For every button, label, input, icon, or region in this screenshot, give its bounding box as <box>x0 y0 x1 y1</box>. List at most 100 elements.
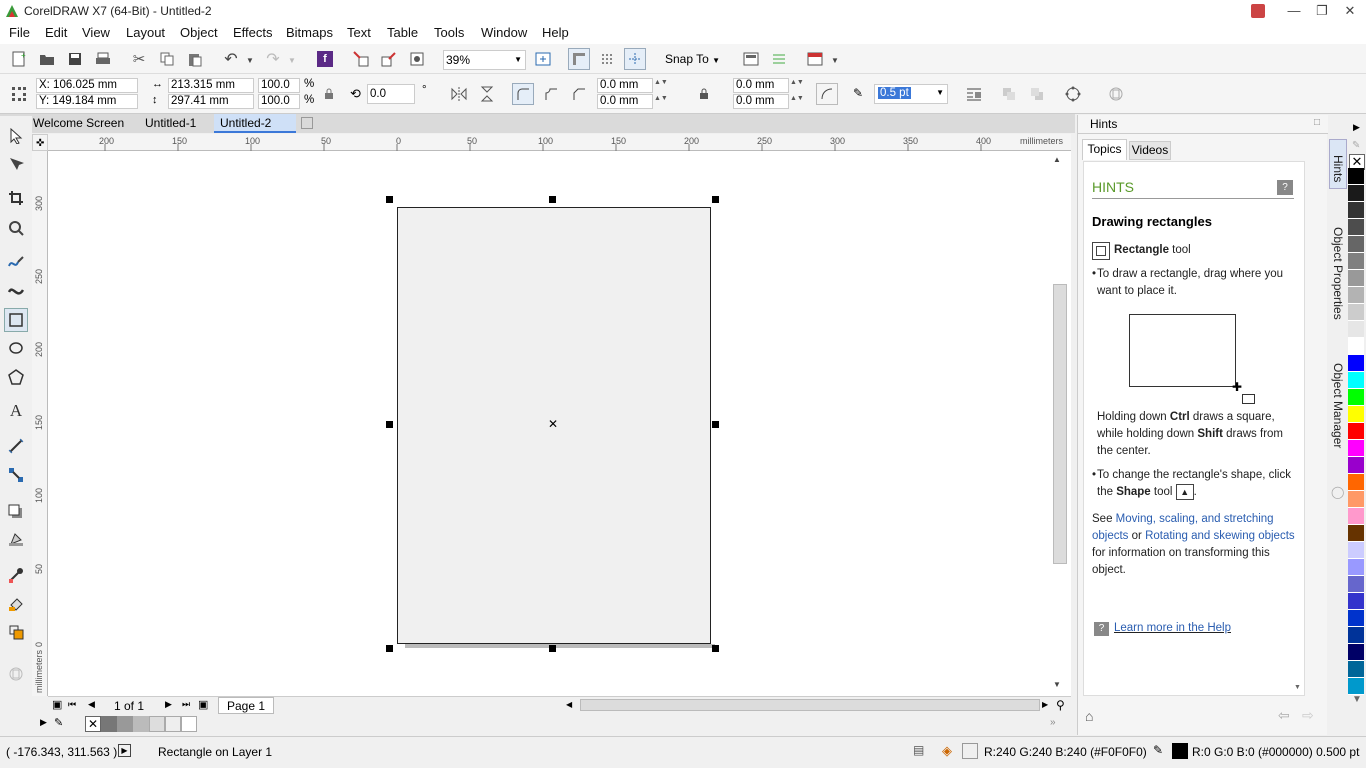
fill-color-swatch[interactable] <box>962 743 978 759</box>
text-tool-icon[interactable]: A <box>4 399 28 423</box>
drop-shadow-icon[interactable] <box>4 500 28 524</box>
corner-spin-icon[interactable]: ▲▼ <box>790 95 804 102</box>
palette-eyedropper-icon[interactable]: ✎ <box>1352 140 1360 151</box>
menu-text[interactable]: Text <box>347 25 371 40</box>
tab-videos[interactable]: Videos <box>1129 141 1171 160</box>
palette-scroll-icon[interactable]: » <box>1050 717 1056 728</box>
selection-handle[interactable] <box>386 421 393 428</box>
menu-object[interactable]: Object <box>180 25 218 40</box>
palette-arrow-icon[interactable]: ▶ <box>40 717 47 728</box>
round-corner-icon[interactable] <box>512 83 534 105</box>
rotation-angle-field[interactable]: 0.0 <box>367 84 415 104</box>
palette-swatch[interactable] <box>1348 508 1364 525</box>
search-content-icon[interactable]: f <box>314 48 336 70</box>
selection-handle[interactable] <box>386 645 393 652</box>
palette-swatch[interactable] <box>1348 219 1364 236</box>
corner-radius-top-left[interactable]: 0.0 mm <box>597 78 653 93</box>
doc-swatch[interactable] <box>101 716 117 732</box>
parallel-dimension-icon[interactable] <box>4 434 28 458</box>
width-field[interactable]: 213.315 mm <box>168 78 254 93</box>
snap-to-dropdown[interactable]: Snap To ▼ <box>665 52 720 66</box>
shape-tool-icon[interactable] <box>4 152 28 176</box>
palette-swatch[interactable] <box>1348 525 1364 542</box>
minimize-button[interactable]: — <box>1280 0 1308 22</box>
ruler-origin[interactable]: ✜ <box>32 134 48 151</box>
y-position-field[interactable]: Y: 149.184 mm <box>36 94 138 109</box>
corner-radius-top-right[interactable]: 0.0 mm <box>733 78 789 93</box>
menu-file[interactable]: File <box>9 25 30 40</box>
corner-radius-bottom-right[interactable]: 0.0 mm <box>733 94 789 109</box>
learn-more-link[interactable]: Learn more in the Help <box>1114 620 1231 637</box>
side-tab-object-manager[interactable]: Object Manager <box>1331 363 1345 448</box>
doc-swatch[interactable] <box>149 716 165 732</box>
lock-corners-icon[interactable] <box>693 83 715 105</box>
first-page-icon[interactable]: ⏮ <box>68 699 76 710</box>
tab-untitled-1[interactable]: Untitled-1 <box>139 114 203 133</box>
print-icon[interactable] <box>92 48 114 70</box>
save-icon[interactable] <box>64 48 86 70</box>
customize-toolbox-icon[interactable] <box>4 662 28 686</box>
copy-icon[interactable] <box>156 48 178 70</box>
menu-view[interactable]: View <box>82 25 110 40</box>
scroll-up-icon[interactable]: ▲ <box>1053 155 1061 164</box>
palette-swatch[interactable] <box>1348 440 1364 457</box>
convert-to-curves-icon[interactable] <box>1062 83 1084 105</box>
artistic-media-icon[interactable] <box>4 278 28 302</box>
palette-swatch[interactable] <box>1348 542 1364 559</box>
doc-swatch[interactable] <box>133 716 149 732</box>
show-grid-icon[interactable] <box>596 48 618 70</box>
welcome-screen-icon[interactable] <box>804 48 826 70</box>
palette-swatch[interactable] <box>1348 661 1364 678</box>
redo-icon[interactable]: ↷ <box>262 48 284 70</box>
color-profile-icon[interactable]: ▤ <box>913 743 924 757</box>
full-screen-preview-icon[interactable] <box>532 48 554 70</box>
text-wrap-icon[interactable] <box>963 83 985 105</box>
menu-table[interactable]: Table <box>387 25 418 40</box>
property-bar-more-icon[interactable] <box>1105 83 1127 105</box>
palette-swatch[interactable] <box>1348 491 1364 508</box>
doc-swatch[interactable] <box>117 716 133 732</box>
corner-radius-bottom-left[interactable]: 0.0 mm <box>597 94 653 109</box>
zoom-tool-icon[interactable] <box>4 216 28 240</box>
crop-tool-icon[interactable] <box>4 186 28 210</box>
new-tab-icon[interactable] <box>301 117 313 129</box>
object-origin-icon[interactable] <box>8 83 30 105</box>
vertical-scrollbar-thumb[interactable] <box>1053 284 1067 564</box>
relative-corner-scaling-icon[interactable] <box>816 83 838 105</box>
help-icon[interactable]: ? <box>1277 180 1293 195</box>
palette-swatch[interactable] <box>1348 253 1364 270</box>
palette-swatch[interactable] <box>1348 372 1364 389</box>
palette-swatch[interactable] <box>1348 304 1364 321</box>
menu-tools[interactable]: Tools <box>434 25 464 40</box>
menu-bitmaps[interactable]: Bitmaps <box>286 25 333 40</box>
scroll-down-icon[interactable]: ▼ <box>1053 680 1061 689</box>
doc-swatch[interactable] <box>181 716 197 732</box>
palette-swatch[interactable] <box>1348 270 1364 287</box>
previous-page-icon[interactable]: ◀ <box>88 699 95 710</box>
palette-swatch[interactable] <box>1348 457 1364 474</box>
palette-swatch[interactable] <box>1348 576 1364 593</box>
home-icon[interactable]: ⌂ <box>1085 708 1093 724</box>
polygon-tool-icon[interactable] <box>4 365 28 389</box>
chamfered-corner-icon[interactable] <box>568 83 590 105</box>
import-icon[interactable] <box>350 48 372 70</box>
smart-fill-icon[interactable] <box>4 620 28 644</box>
tab-untitled-2[interactable]: Untitled-2 <box>214 114 296 133</box>
publish-pdf-icon[interactable] <box>406 48 428 70</box>
selection-handle[interactable] <box>386 196 393 203</box>
outline-color-swatch[interactable] <box>1172 743 1188 759</box>
docker-pin-icon[interactable]: □ <box>1314 117 1320 128</box>
palette-swatch[interactable] <box>1348 168 1364 185</box>
scale-y-field[interactable]: 100.0 <box>258 94 300 109</box>
vertical-ruler[interactable]: 300 250 200 150 100 50 0 millimeters <box>32 151 48 696</box>
interactive-fill-icon[interactable] <box>4 592 28 616</box>
mirror-horizontal-icon[interactable] <box>448 83 470 105</box>
palette-swatch[interactable] <box>1348 185 1364 202</box>
scroll-right-icon[interactable]: ▶ <box>1042 700 1048 709</box>
horizontal-scrollbar-thumb[interactable] <box>580 699 1040 711</box>
palette-swatch[interactable] <box>1348 202 1364 219</box>
tab-welcome-screen[interactable]: Welcome Screen <box>27 114 131 133</box>
palette-swatch[interactable] <box>1348 355 1364 372</box>
scale-x-field[interactable]: 100.0 <box>258 78 300 93</box>
open-icon[interactable] <box>36 48 58 70</box>
